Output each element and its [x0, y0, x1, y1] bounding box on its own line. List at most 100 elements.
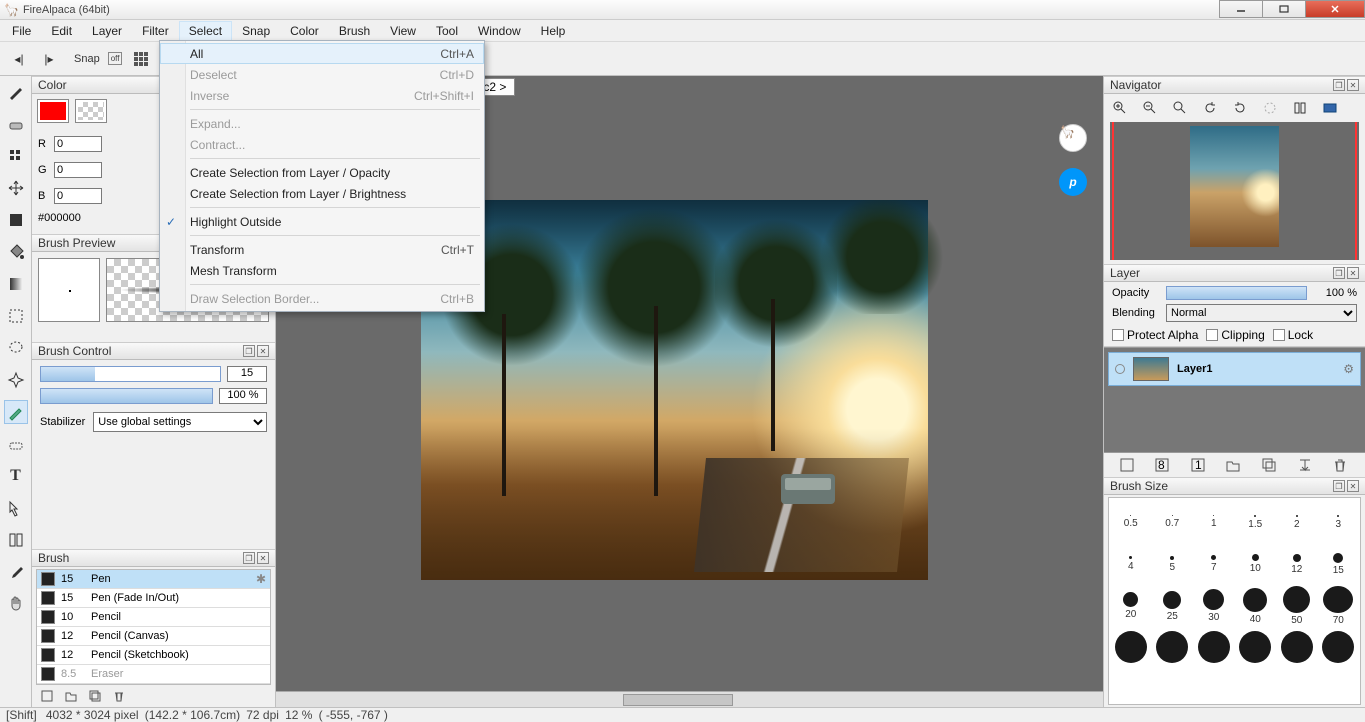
brush-size-item[interactable]: 1.5: [1236, 502, 1276, 542]
brush-size-item[interactable]: 70: [1319, 586, 1359, 626]
brush-size-item[interactable]: 30: [1194, 586, 1234, 626]
brush-size-item[interactable]: 10: [1236, 544, 1276, 584]
brush-size-item[interactable]: 15: [1319, 544, 1359, 584]
menu-item-highlight-outside[interactable]: ✓Highlight Outside: [160, 211, 484, 232]
duplicate-brush-icon[interactable]: [88, 689, 102, 703]
new-folder-icon[interactable]: [1225, 457, 1243, 473]
brush-size-item[interactable]: [1111, 628, 1151, 668]
brush-size-item[interactable]: 4: [1111, 544, 1151, 584]
menu-filter[interactable]: Filter: [132, 21, 179, 41]
menu-color[interactable]: Color: [280, 21, 329, 41]
b-input[interactable]: [54, 188, 102, 204]
panel-undock-icon[interactable]: ❐: [1333, 480, 1345, 492]
brush-folder-icon[interactable]: [64, 689, 78, 703]
navigator-viewport[interactable]: [1110, 122, 1359, 260]
layer-opacity-slider[interactable]: [1166, 286, 1307, 300]
brush-row[interactable]: 15Pen✱: [37, 570, 270, 589]
merge-layer-icon[interactable]: [1297, 457, 1315, 473]
divider-tool[interactable]: [4, 528, 28, 552]
hand-tool[interactable]: [4, 592, 28, 616]
rotate-ccw-icon[interactable]: [1202, 100, 1220, 116]
background-swatch[interactable]: [76, 100, 106, 122]
brush-size-item[interactable]: 7: [1194, 544, 1234, 584]
menu-layer[interactable]: Layer: [82, 21, 132, 41]
brush-size-item[interactable]: 40: [1236, 586, 1276, 626]
menu-item-create-selection-from-layer-brightness[interactable]: Create Selection from Layer / Brightness: [160, 183, 484, 204]
window-maximize-button[interactable]: [1262, 0, 1306, 18]
brush-size-item[interactable]: 0.5: [1111, 502, 1151, 542]
menu-item-create-selection-from-layer-opacity[interactable]: Create Selection from Layer / Opacity: [160, 162, 484, 183]
brush-size-item[interactable]: [1319, 628, 1359, 668]
layer-8bit-icon[interactable]: 8: [1154, 457, 1172, 473]
brush-size-item[interactable]: 25: [1153, 586, 1193, 626]
menu-item-mesh-transform[interactable]: Mesh Transform: [160, 260, 484, 281]
dot-tool[interactable]: [4, 144, 28, 168]
panel-undock-icon[interactable]: ❐: [243, 552, 255, 564]
brush-size-item[interactable]: 20: [1111, 586, 1151, 626]
menu-window[interactable]: Window: [468, 21, 531, 41]
lasso-tool[interactable]: [4, 336, 28, 360]
panel-close-icon[interactable]: ✕: [257, 552, 269, 564]
menu-tool[interactable]: Tool: [426, 21, 468, 41]
object-tool[interactable]: [4, 496, 28, 520]
window-close-button[interactable]: [1305, 0, 1365, 18]
nav-grid-icon[interactable]: [1322, 100, 1340, 116]
move-tool[interactable]: [4, 176, 28, 200]
brush-size-item[interactable]: 2: [1277, 502, 1317, 542]
eyedropper-tool[interactable]: [4, 560, 28, 584]
redo-button[interactable]: |▸: [38, 48, 60, 70]
menu-help[interactable]: Help: [531, 21, 576, 41]
r-input[interactable]: [54, 136, 102, 152]
menu-select[interactable]: Select: [179, 21, 232, 41]
brush-size-item[interactable]: [1153, 628, 1193, 668]
delete-layer-icon[interactable]: [1332, 457, 1350, 473]
stabilizer-select[interactable]: Use global settings: [93, 412, 267, 432]
menu-item-all[interactable]: AllCtrl+A: [160, 43, 484, 64]
brush-size-item[interactable]: 3: [1319, 502, 1359, 542]
lock-checkbox[interactable]: Lock: [1273, 328, 1313, 342]
panel-close-icon[interactable]: ✕: [1347, 480, 1359, 492]
brush-size-slider[interactable]: [40, 366, 221, 382]
reset-rotation-icon[interactable]: [1262, 100, 1280, 116]
menu-snap[interactable]: Snap: [232, 21, 280, 41]
brush-tool[interactable]: [4, 80, 28, 104]
bucket-tool[interactable]: [4, 240, 28, 264]
brush-row[interactable]: 15Pen (Fade In/Out): [37, 589, 270, 608]
panel-undock-icon[interactable]: ❐: [1333, 79, 1345, 91]
brush-size-item[interactable]: 50: [1277, 586, 1317, 626]
brush-size-item[interactable]: 5: [1153, 544, 1193, 584]
brush-opacity-slider[interactable]: [40, 388, 213, 404]
selecteraser-tool[interactable]: [4, 432, 28, 456]
brush-size-item[interactable]: [1194, 628, 1234, 668]
brush-size-item[interactable]: 1: [1194, 502, 1234, 542]
window-minimize-button[interactable]: [1219, 0, 1263, 18]
brush-size-value[interactable]: 15: [227, 366, 267, 382]
undo-button[interactable]: ◂|: [8, 48, 30, 70]
snap-off-button[interactable]: off: [108, 52, 123, 65]
protect-alpha-checkbox[interactable]: Protect Alpha: [1112, 328, 1198, 342]
select-tool[interactable]: [4, 304, 28, 328]
brush-size-item[interactable]: 0.7: [1153, 502, 1193, 542]
panel-undock-icon[interactable]: ❐: [243, 345, 255, 357]
pixiv-badge-icon[interactable]: p: [1059, 168, 1087, 196]
firealpaca-badge-icon[interactable]: 🦙: [1059, 124, 1087, 152]
brush-size-item[interactable]: 12: [1277, 544, 1317, 584]
gradient-tool[interactable]: [4, 272, 28, 296]
brush-row[interactable]: 12Pencil (Sketchbook): [37, 646, 270, 665]
menu-brush[interactable]: Brush: [329, 21, 380, 41]
panel-close-icon[interactable]: ✕: [1347, 267, 1359, 279]
clipping-checkbox[interactable]: Clipping: [1206, 328, 1264, 342]
g-input[interactable]: [54, 162, 102, 178]
snap-grid-button[interactable]: [130, 48, 152, 70]
layer-visibility-icon[interactable]: [1115, 364, 1125, 374]
layer-1bit-icon[interactable]: 1: [1190, 457, 1208, 473]
brush-size-item[interactable]: [1277, 628, 1317, 668]
menu-file[interactable]: File: [2, 21, 41, 41]
magic-wand-tool[interactable]: [4, 368, 28, 392]
flip-icon[interactable]: [1292, 100, 1310, 116]
panel-close-icon[interactable]: ✕: [257, 345, 269, 357]
brush-opacity-value[interactable]: 100 %: [219, 388, 267, 404]
foreground-swatch[interactable]: [38, 100, 68, 122]
panel-undock-icon[interactable]: ❐: [1333, 267, 1345, 279]
layer-settings-icon[interactable]: ⚙: [1343, 362, 1354, 376]
